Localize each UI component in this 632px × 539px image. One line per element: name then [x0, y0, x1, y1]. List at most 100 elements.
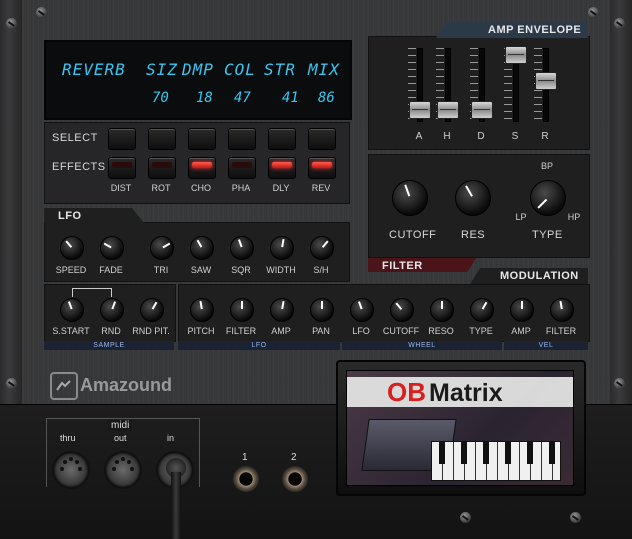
sample-knob-label: RND PIT. — [132, 326, 170, 336]
output-2-jack[interactable] — [282, 466, 308, 492]
cartridge-title-matrix: Matrix — [429, 379, 503, 407]
left-rail — [0, 0, 22, 410]
screw-icon — [6, 378, 17, 389]
select-label: SELECT — [52, 132, 98, 144]
mod-knob[interactable] — [347, 295, 377, 325]
ob-matrix-plugin: REVERB SIZ DMP COL STR MIX 70 18 47 41 8… — [0, 0, 632, 539]
screw-icon — [460, 512, 471, 523]
sample-knob[interactable] — [97, 295, 127, 325]
brand-name: Amazound — [80, 375, 172, 395]
amp-envelope-title: AMP ENVELOPE — [488, 24, 582, 36]
lfo-title: LFO — [58, 210, 82, 222]
cartridge[interactable]: OB Matrix — [336, 360, 586, 496]
midi-out-label: out — [114, 433, 127, 443]
lfo-knob-speed[interactable] — [57, 233, 87, 263]
env-slider-a[interactable] — [409, 101, 431, 120]
type-label: TYPE — [532, 229, 563, 241]
res-label: RES — [461, 229, 486, 241]
lcd-value: 47 — [234, 90, 251, 106]
mod-knob[interactable] — [467, 295, 497, 325]
env-slider-r[interactable] — [535, 72, 557, 91]
lfo-knob-sqr[interactable] — [227, 233, 257, 263]
lfo-knob-label: FADE — [99, 265, 123, 275]
hp-label: HP — [567, 212, 581, 222]
effect-button-rot[interactable] — [148, 157, 176, 179]
sample-knob[interactable] — [57, 295, 87, 325]
lfo-knob-sh[interactable] — [307, 233, 337, 263]
right-rail — [610, 0, 632, 410]
mod-knob[interactable] — [387, 295, 417, 325]
midi-in-label: in — [167, 433, 175, 443]
lcd-value: 41 — [282, 90, 299, 106]
filter-type-knob[interactable] — [527, 177, 569, 219]
mod-knob[interactable] — [547, 295, 577, 325]
select-button[interactable] — [268, 128, 296, 150]
res-knob[interactable] — [452, 177, 494, 219]
mod-knob[interactable] — [187, 295, 217, 325]
lcd-label: MIX — [308, 60, 340, 79]
cutoff-knob[interactable] — [389, 177, 431, 219]
screw-icon — [588, 7, 599, 18]
lcd-label: STR — [264, 60, 296, 79]
env-label: R — [541, 131, 549, 142]
output-1-jack[interactable] — [233, 466, 259, 492]
cartridge-label: OB Matrix — [346, 370, 574, 486]
select-button[interactable] — [228, 128, 256, 150]
lfo-knob-saw[interactable] — [187, 233, 217, 263]
screw-icon — [614, 378, 625, 389]
midi-thru-label: thru — [60, 433, 76, 443]
led-indicator — [152, 162, 172, 168]
effect-button-pha[interactable] — [228, 157, 256, 179]
mod-knob[interactable] — [227, 295, 257, 325]
screw-icon — [614, 18, 625, 29]
lfo-knob-width[interactable] — [267, 233, 297, 263]
link-bracket — [72, 288, 112, 297]
select-button[interactable] — [188, 128, 216, 150]
filter-title: FILTER — [382, 260, 423, 272]
lfo-knob-tri[interactable] — [147, 233, 177, 263]
mod-knob-label: FILTER — [545, 326, 577, 336]
select-button[interactable] — [108, 128, 136, 150]
select-button[interactable] — [148, 128, 176, 150]
lcd-label: SIZ — [146, 60, 178, 79]
lfo-knob-fade[interactable] — [97, 233, 127, 263]
env-slider-s[interactable] — [505, 46, 527, 64]
lcd-label: DMP — [182, 60, 214, 79]
midi-thru-port[interactable] — [52, 451, 90, 489]
lcd-value: 18 — [196, 90, 213, 106]
lcd-display: REVERB SIZ DMP COL STR MIX 70 18 47 41 8… — [44, 40, 352, 120]
effects-label: EFFECTS — [52, 161, 106, 173]
keyboard-icon — [431, 441, 561, 481]
midi-title: midi — [108, 420, 133, 431]
led-indicator — [272, 162, 292, 168]
mod-knob[interactable] — [427, 295, 457, 325]
screw-icon — [36, 7, 47, 18]
cartridge-title-ob: OB — [387, 377, 426, 407]
midi-out-port[interactable] — [104, 451, 142, 489]
led-indicator — [232, 162, 252, 168]
effect-label: REV — [311, 183, 331, 193]
vel-strip: VEL — [504, 341, 588, 350]
mod-knob[interactable] — [507, 295, 537, 325]
lcd-label: COL — [224, 60, 256, 79]
env-slider-h[interactable] — [437, 101, 459, 120]
sample-strip: SAMPLE — [44, 341, 174, 350]
led-indicator — [192, 162, 212, 168]
led-indicator — [312, 162, 332, 168]
effect-button-cho[interactable] — [188, 157, 216, 179]
env-slider-d[interactable] — [471, 101, 493, 120]
lfo-knob-label: S/H — [313, 265, 329, 275]
lcd-value: 86 — [318, 90, 335, 106]
lcd-label: REVERB — [62, 60, 126, 79]
lfo-strip: LFO — [178, 341, 340, 350]
effect-button-dist[interactable] — [108, 157, 136, 179]
mod-knob[interactable] — [267, 295, 297, 325]
bp-label: BP — [540, 161, 553, 171]
sample-knob[interactable] — [137, 295, 167, 325]
lcd-value: 70 — [152, 90, 169, 106]
effect-button-dly[interactable] — [268, 157, 296, 179]
output-2-label: 2 — [291, 452, 297, 463]
mod-knob[interactable] — [307, 295, 337, 325]
select-button[interactable] — [308, 128, 336, 150]
effect-button-rev[interactable] — [308, 157, 336, 179]
